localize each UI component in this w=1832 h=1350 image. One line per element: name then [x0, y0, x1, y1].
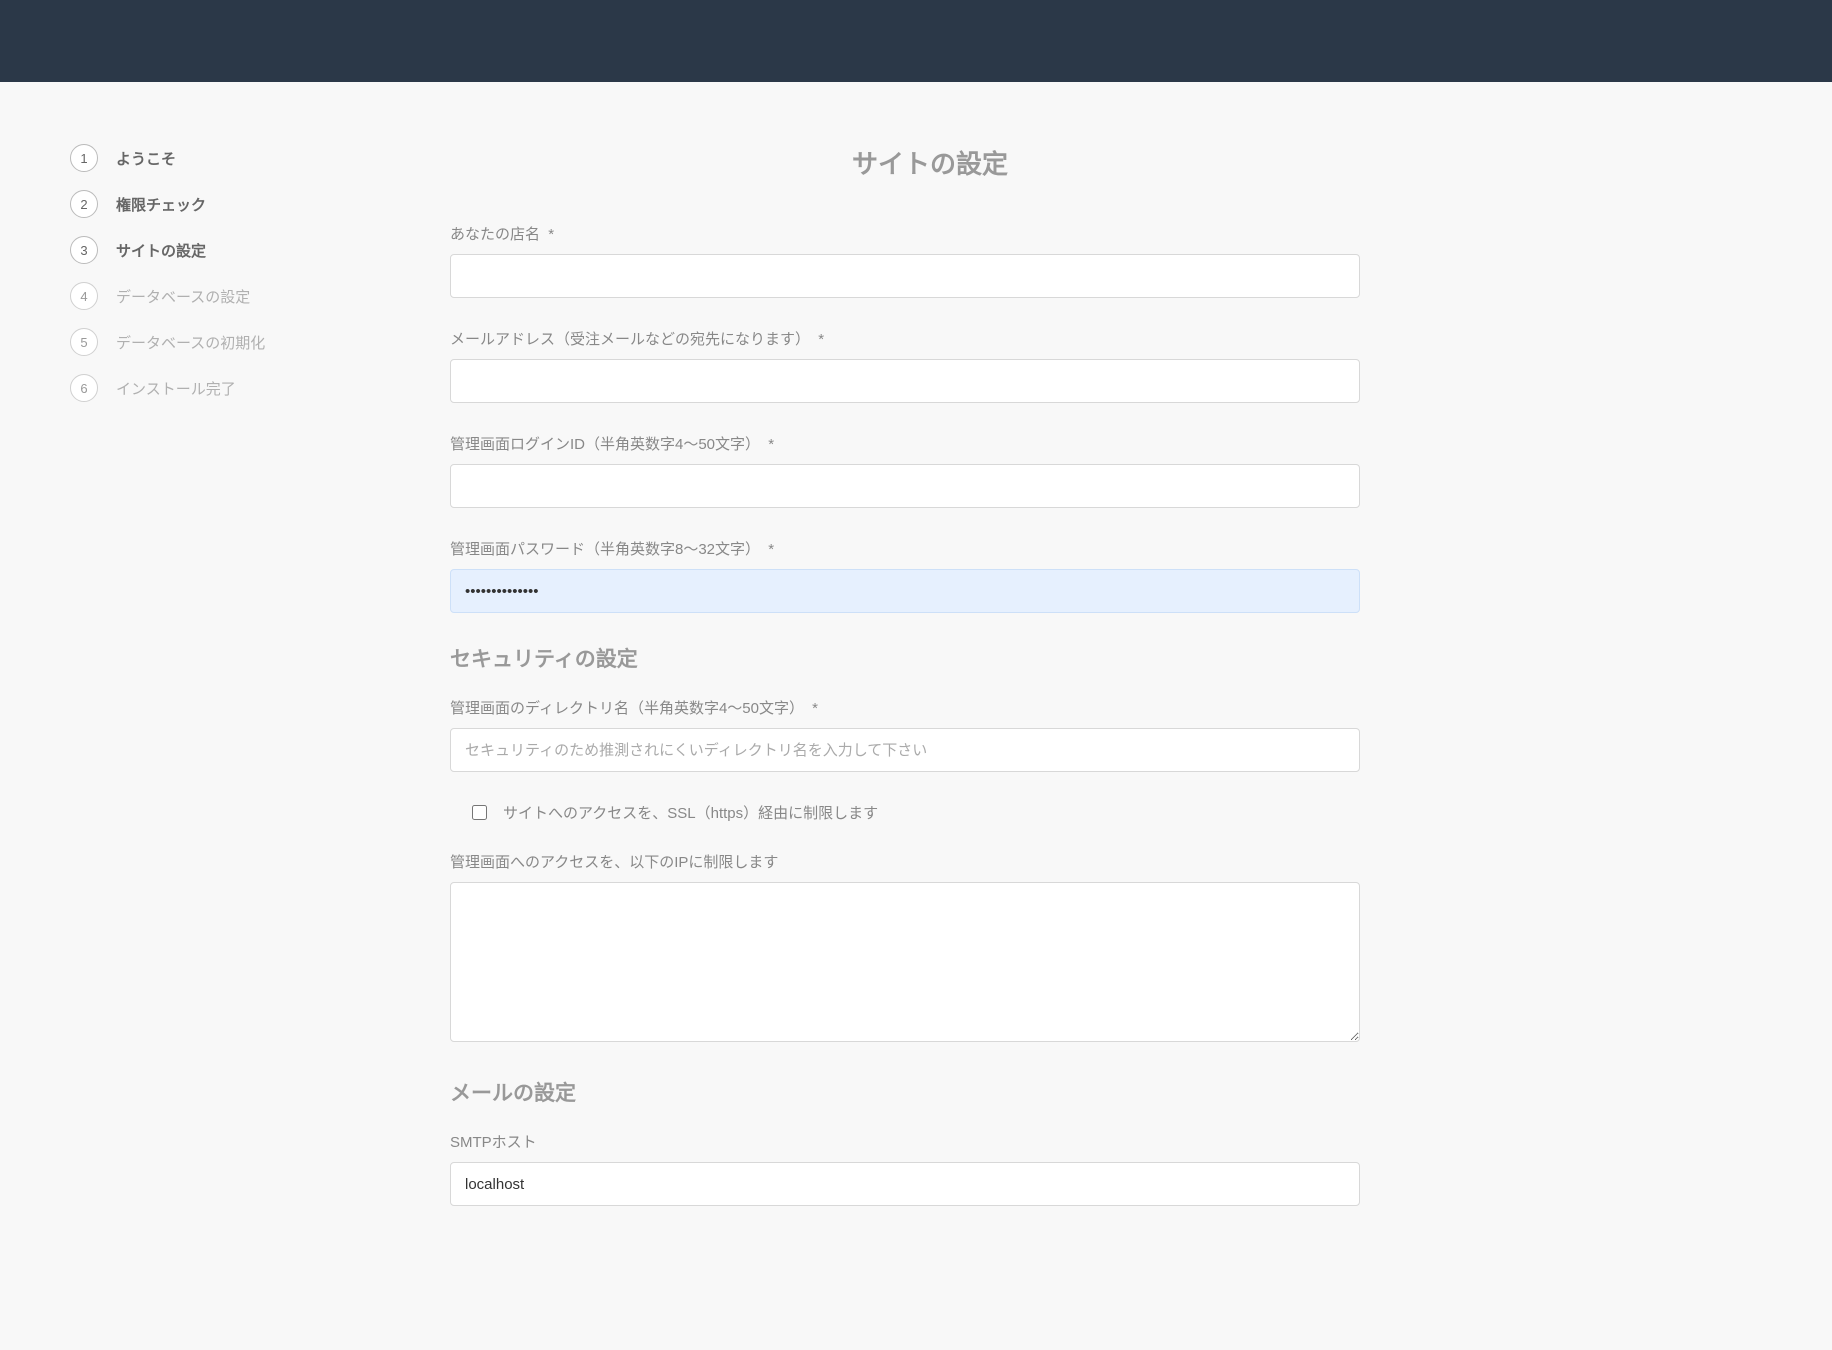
login-id-group: 管理画面ログインID（半角英数字4〜50文字） *	[440, 433, 1420, 508]
required-indicator: *	[548, 226, 554, 243]
email-label: メールアドレス（受注メールなどの宛先になります） *	[450, 328, 1360, 349]
label-text: あなたの店名	[450, 226, 540, 243]
step-list: 1 ようこそ 2 権限チェック 3 サイトの設定 4 データベースの設定 5 デ…	[70, 144, 440, 402]
step-number: 3	[70, 236, 98, 264]
step-label: データベースの設定	[116, 286, 250, 307]
required-indicator: *	[768, 436, 774, 453]
step-site-settings[interactable]: 3 サイトの設定	[70, 236, 440, 264]
install-steps-sidebar: 1 ようこそ 2 権限チェック 3 サイトの設定 4 データベースの設定 5 デ…	[0, 144, 440, 1236]
mail-section-title: メールの設定	[440, 1077, 1420, 1107]
password-label: 管理画面パスワード（半角英数字8〜32文字） *	[450, 538, 1360, 559]
email-group: メールアドレス（受注メールなどの宛先になります） *	[440, 328, 1420, 403]
shop-name-input[interactable]	[450, 254, 1360, 298]
shop-name-label: あなたの店名 *	[450, 223, 1360, 244]
login-id-label: 管理画面ログインID（半角英数字4〜50文字） *	[450, 433, 1360, 454]
ssl-checkbox-label: サイトへのアクセスを、SSL（https）経由に制限します	[503, 802, 878, 823]
step-number: 1	[70, 144, 98, 172]
step-label: データベースの初期化	[116, 332, 265, 353]
required-indicator: *	[818, 331, 824, 348]
admin-dir-group: 管理画面のディレクトリ名（半角英数字4〜50文字） *	[440, 697, 1420, 772]
password-group: 管理画面パスワード（半角英数字8〜32文字） *	[440, 538, 1420, 613]
required-indicator: *	[768, 541, 774, 558]
ssl-checkbox-row: サイトへのアクセスを、SSL（https）経由に制限します	[450, 802, 1360, 823]
required-indicator: *	[812, 700, 818, 717]
step-install-complete[interactable]: 6 インストール完了	[70, 374, 440, 402]
admin-dir-input[interactable]	[450, 728, 1360, 772]
password-input[interactable]	[450, 569, 1360, 613]
ssl-group: サイトへのアクセスを、SSL（https）経由に制限します 管理画面へのアクセス…	[440, 802, 1420, 1047]
label-text: 管理画面のディレクトリ名（半角英数字4〜50文字）	[450, 700, 804, 717]
step-number: 2	[70, 190, 98, 218]
step-welcome[interactable]: 1 ようこそ	[70, 144, 440, 172]
shop-name-group: あなたの店名 *	[440, 223, 1420, 298]
step-label: ようこそ	[116, 148, 176, 169]
ssl-checkbox[interactable]	[472, 805, 487, 820]
step-label: 権限チェック	[116, 194, 206, 215]
security-section-title: セキュリティの設定	[440, 643, 1420, 673]
main-content: サイトの設定 あなたの店名 * メールアドレス（受注メールなどの宛先になります）…	[440, 144, 1540, 1236]
label-text: 管理画面ログインID（半角英数字4〜50文字）	[450, 436, 760, 453]
label-text: メールアドレス（受注メールなどの宛先になります）	[450, 331, 810, 348]
smtp-host-input[interactable]	[450, 1162, 1360, 1206]
admin-dir-label: 管理画面のディレクトリ名（半角英数字4〜50文字） *	[450, 697, 1360, 718]
step-label: サイトの設定	[116, 240, 206, 261]
login-id-input[interactable]	[450, 464, 1360, 508]
ip-restrict-label: 管理画面へのアクセスを、以下のIPに制限します	[450, 851, 1360, 872]
step-permission-check[interactable]: 2 権限チェック	[70, 190, 440, 218]
step-number: 6	[70, 374, 98, 402]
main-container: 1 ようこそ 2 権限チェック 3 サイトの設定 4 データベースの設定 5 デ…	[0, 82, 1832, 1236]
smtp-host-label: SMTPホスト	[450, 1131, 1360, 1152]
page-title: サイトの設定	[440, 144, 1420, 181]
step-number: 4	[70, 282, 98, 310]
label-text: 管理画面パスワード（半角英数字8〜32文字）	[450, 541, 760, 558]
email-input[interactable]	[450, 359, 1360, 403]
step-database-settings[interactable]: 4 データベースの設定	[70, 282, 440, 310]
step-label: インストール完了	[116, 378, 236, 399]
smtp-host-group: SMTPホスト	[440, 1131, 1420, 1206]
header-bar	[0, 0, 1832, 82]
step-database-init[interactable]: 5 データベースの初期化	[70, 328, 440, 356]
step-number: 5	[70, 328, 98, 356]
ip-restrict-textarea[interactable]	[450, 882, 1360, 1042]
